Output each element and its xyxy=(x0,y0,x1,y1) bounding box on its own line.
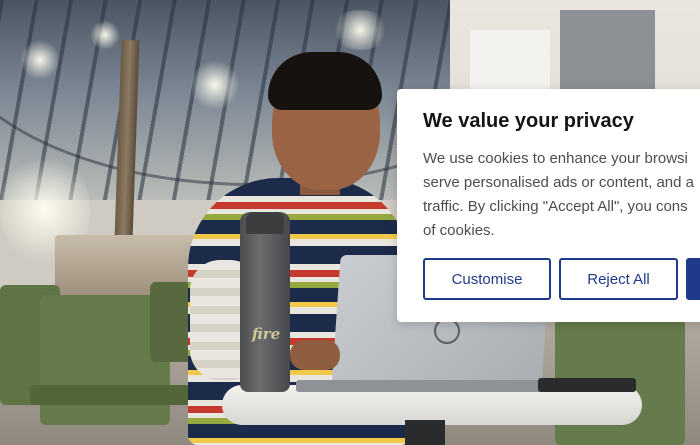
ceiling-light xyxy=(330,10,390,50)
person-hair xyxy=(268,52,382,110)
accept-all-button[interactable] xyxy=(686,258,700,300)
laptop-base xyxy=(296,380,546,392)
bottle-cap xyxy=(246,212,284,234)
wall-panel xyxy=(560,10,655,100)
reject-all-button[interactable]: Reject All xyxy=(559,258,678,300)
phone xyxy=(538,378,636,392)
person-hand xyxy=(290,340,340,370)
table-leg xyxy=(405,420,445,445)
wall-panel xyxy=(470,30,550,90)
cookie-text-line: of cookies. xyxy=(423,222,495,239)
cookie-banner-title: We value your privacy xyxy=(423,110,634,132)
ceiling-light xyxy=(90,20,120,50)
cookie-text-line: We use cookies to enhance your browsi xyxy=(423,150,688,167)
bottle-label: fire xyxy=(251,325,281,343)
customise-button[interactable]: Customise xyxy=(423,258,551,300)
cookie-banner-text: We use cookies to enhance your browsi se… xyxy=(423,147,694,243)
water-bottle xyxy=(240,212,290,392)
cookie-text-line: traffic. By clicking "Accept All", you c… xyxy=(423,198,688,215)
chair-seat xyxy=(30,385,190,405)
cookie-consent-banner: We value your privacy We use cookies to … xyxy=(397,89,700,322)
ceiling-light xyxy=(20,40,60,80)
cookie-text-line: serve personalised ads or content, and a xyxy=(423,174,695,191)
ceiling-light xyxy=(190,60,240,110)
